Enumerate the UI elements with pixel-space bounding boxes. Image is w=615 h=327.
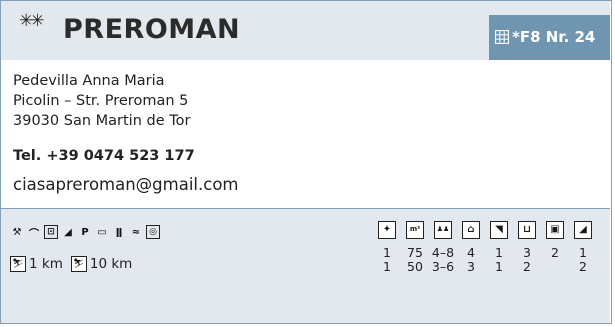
table-cell: 1	[579, 245, 587, 260]
grid-icon	[495, 30, 509, 44]
ski-lift-distance: 1 km	[29, 256, 63, 272]
kitchen-icon: ◥	[490, 221, 508, 239]
bedroom-icon: ▣	[546, 221, 564, 239]
distances: ⛷ 1 km ⛷ 10 km	[10, 256, 132, 272]
table-cell: 3–6	[431, 259, 455, 274]
phone-number[interactable]: Tel. +39 0474 523 177	[13, 148, 195, 164]
map-reference-badge: *F8 Nr. 24	[489, 15, 610, 60]
parking-icon: P	[78, 225, 92, 239]
tv-icon: ◎	[146, 225, 160, 239]
table-cell: 1	[495, 259, 503, 274]
table-cell: 4–8	[431, 245, 455, 260]
iron-icon: ◢	[61, 225, 75, 239]
table-cell: 2	[579, 259, 587, 274]
table-cell: 3	[523, 245, 531, 260]
table-cell: 75	[407, 245, 423, 260]
table-cell: 1	[383, 245, 391, 260]
table-cell: 2	[551, 245, 559, 260]
table-cell: 50	[407, 259, 423, 274]
table-cell: 1	[383, 259, 391, 274]
table-row: 1 50 3–6 3 1 2 2	[373, 259, 597, 274]
table-cell	[541, 259, 569, 274]
restaurant-icon: ǁ	[112, 225, 126, 239]
city-address: 39030 San Martin de Tor	[13, 113, 191, 129]
accommodation-card: ✳✳ PREROMAN *F8 Nr. 24 Pedevilla Anna Ma…	[0, 0, 612, 324]
ski-lift-icon: ⛷	[10, 256, 26, 272]
footer-bar: ⚒ ⌒ ⊡ ◢ P ▭ ǁ ≈ ◎ ⛷ 1 km ⛷ 10 km ✦ m² ♟♟ ⌂ ◥ ⊔ ▣ ◢ 1 75 4…	[1, 208, 610, 323]
room-table-header: ✦ m² ♟♟ ⌂ ◥ ⊔ ▣ ◢	[373, 221, 597, 239]
accommodation-name: PREROMAN	[63, 14, 241, 45]
rooms-icon: ⌂	[462, 221, 480, 239]
star-rating: ✳✳	[19, 11, 44, 31]
bus-icon: ▭	[95, 225, 109, 239]
apartment-icon: ✦	[378, 221, 396, 239]
address-block: Pedevilla Anna Maria Picolin – Str. Prer…	[13, 71, 190, 131]
table-row: 1 75 4–8 4 1 3 2 1	[373, 245, 597, 260]
stairs-icon: ◢	[574, 221, 592, 239]
room-table: ✦ m² ♟♟ ⌂ ◥ ⊔ ▣ ◢ 1 75 4–8 4 1 3 2 1 1 50 3–6 3 1 2 2	[373, 221, 597, 274]
area-icon: m²	[406, 221, 424, 239]
header-bar: ✳✳ PREROMAN *F8 Nr. 24	[1, 1, 610, 60]
street-address: Picolin – Str. Preroman 5	[13, 93, 189, 109]
table-cell: 1	[495, 245, 503, 260]
washing-machine-icon: ⊡	[44, 225, 58, 239]
cross-country-distance: 10 km	[89, 256, 133, 272]
table-cell: 2	[523, 259, 531, 274]
bathroom-icon: ⊔	[518, 221, 536, 239]
table-cell: 4	[467, 245, 475, 260]
amenity-icons: ⚒ ⌒ ⊡ ◢ P ▭ ǁ ≈ ◎	[10, 225, 160, 240]
email-address[interactable]: ciasapreroman@gmail.com	[13, 175, 239, 194]
owner-name: Pedevilla Anna Maria	[13, 73, 165, 89]
map-reference: *F8 Nr. 24	[512, 28, 596, 46]
hammer-icon: ⚒	[10, 225, 24, 239]
persons-icon: ♟♟	[434, 221, 452, 239]
cross-country-ski-icon: ⛷	[70, 256, 87, 272]
table-cell: 3	[467, 259, 475, 274]
cable-car-icon: ⌒	[27, 225, 41, 240]
sauna-icon: ≈	[129, 225, 143, 239]
